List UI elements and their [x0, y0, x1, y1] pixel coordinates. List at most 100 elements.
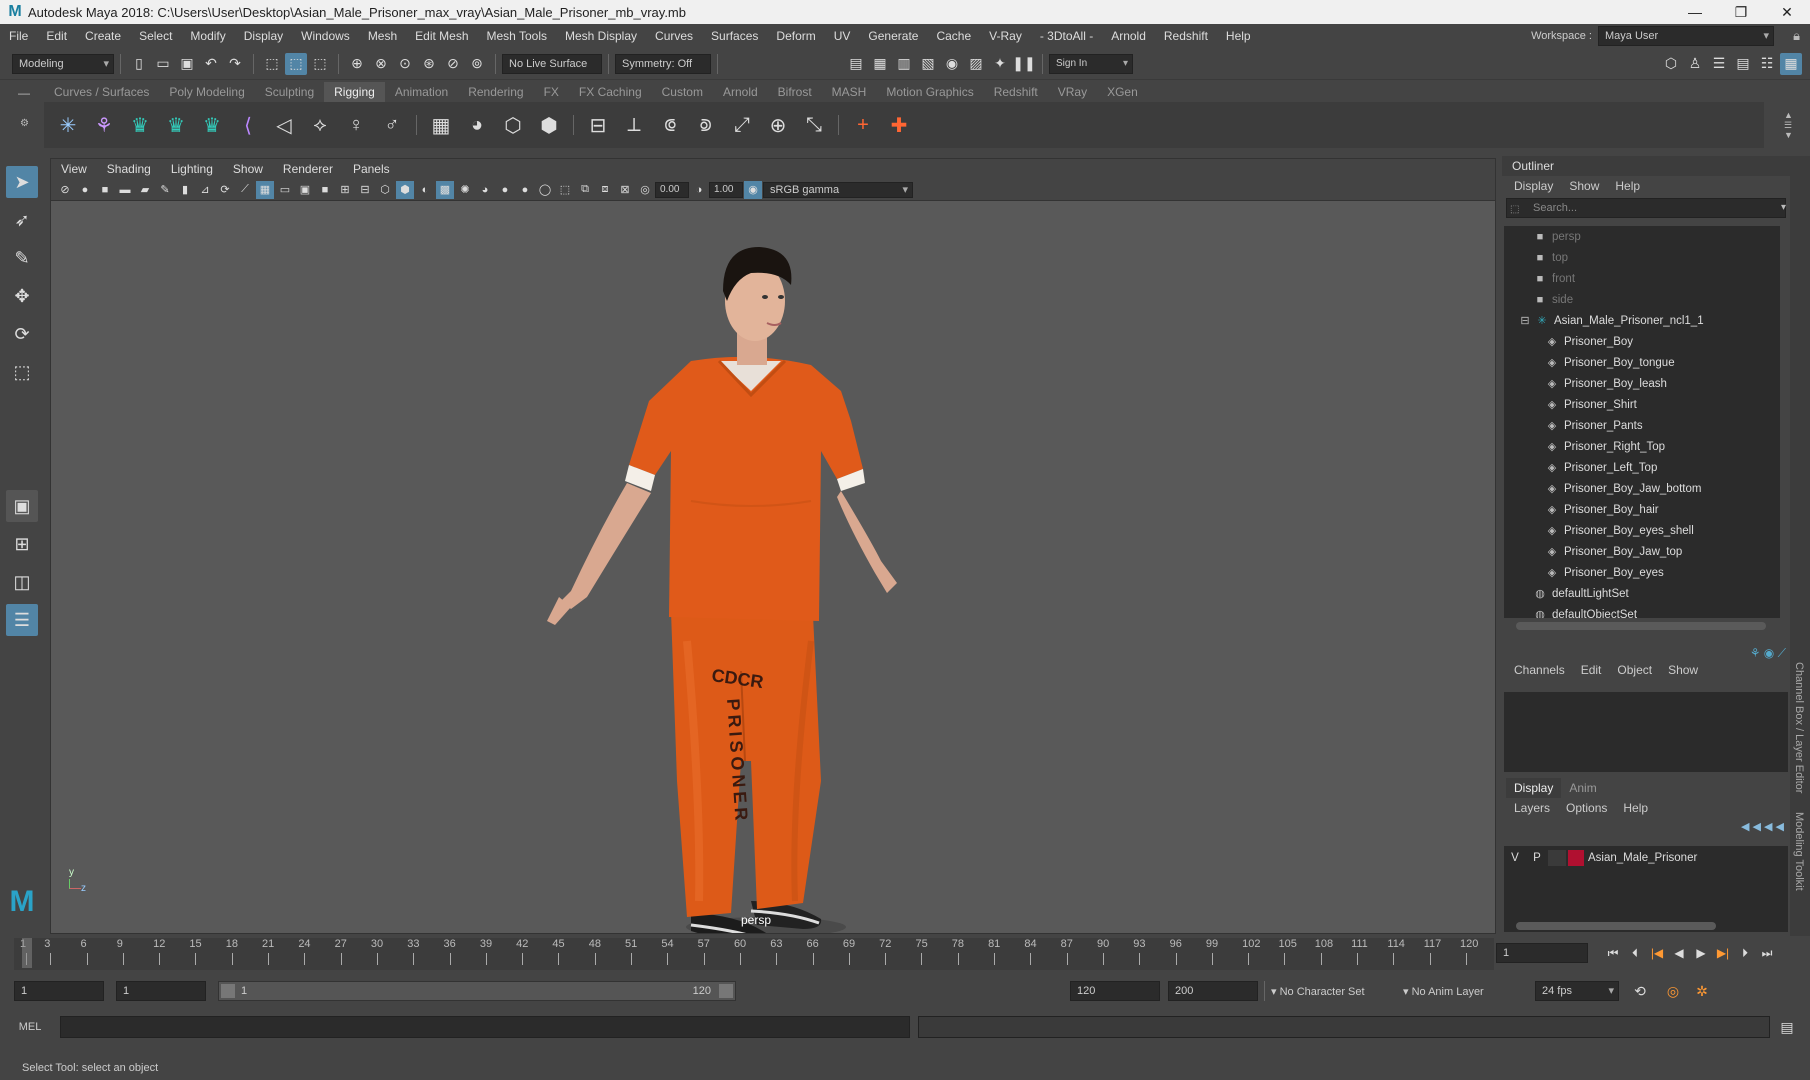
outliner-item[interactable]: ◈ Prisoner_Boy_hair [1504, 499, 1780, 520]
select-camera-icon[interactable]: ⊘ [56, 181, 74, 199]
safe-action-icon[interactable]: ▭ [276, 181, 294, 199]
viewport-panel[interactable]: View Shading Lighting Show Renderer Pane… [50, 158, 1496, 934]
open-scene-icon[interactable]: ▭ [152, 53, 174, 75]
snap-view-icon[interactable]: ⊘ [442, 53, 464, 75]
shelf-tab-vray[interactable]: VRay [1048, 82, 1097, 102]
resolution-gate-icon[interactable]: ⊿ [196, 181, 214, 199]
lock-icon[interactable]: 🔒︎ [1793, 28, 1800, 44]
camera-attributes-icon[interactable]: ● [76, 181, 94, 199]
menu-vray[interactable]: V-Ray [980, 29, 1031, 43]
four-view-layout-icon[interactable]: ⊞ [6, 528, 38, 560]
render-view-icon[interactable]: ▤ [845, 53, 867, 75]
menu-edit[interactable]: Edit [37, 29, 76, 43]
paint-select-tool-icon[interactable]: ✎ [6, 242, 38, 274]
fps-dropdown[interactable]: 24 fps [1535, 981, 1619, 1001]
layer-tab-display[interactable]: Display [1506, 778, 1562, 798]
outliner-menu-help[interactable]: Help [1607, 176, 1648, 196]
snap-point-icon[interactable]: ⊙ [394, 53, 416, 75]
channel-menu-edit[interactable]: Edit [1573, 660, 1610, 680]
outliner-camera-side[interactable]: ■ side [1504, 289, 1780, 310]
select-tool-icon[interactable]: ➤ [6, 166, 38, 198]
pole-vector-icon[interactable]: ⤡ [799, 110, 829, 140]
symmetry-dropdown[interactable]: Symmetry: Off [615, 53, 711, 74]
use-all-lights-icon[interactable]: ▩ [436, 180, 454, 199]
undo-icon[interactable]: ↶ [200, 53, 222, 75]
snap-surface-icon[interactable]: ⊚ [466, 53, 488, 75]
shelf-tab-arnold[interactable]: Arnold [713, 82, 768, 102]
locator-alt-icon[interactable]: ✚ [884, 110, 914, 140]
blend-shape-icon[interactable]: ⬢ [534, 110, 564, 140]
pause-icon[interactable]: ❚❚ [1012, 53, 1035, 75]
live-surface-field[interactable]: No Live Surface [502, 53, 602, 74]
end-time-field[interactable]: 200 [1168, 981, 1258, 1001]
point-constraint-icon[interactable]: ⟃ [655, 110, 685, 140]
gate-mask-icon[interactable]: ⟳ [216, 181, 234, 199]
play-backward-icon[interactable]: ◀ [1668, 946, 1690, 960]
outliner-menu-show[interactable]: Show [1561, 176, 1607, 196]
grease-pencil-icon[interactable]: ✎ [156, 181, 174, 199]
shelf-tab-xgen[interactable]: XGen [1097, 82, 1148, 102]
menu-edit-mesh[interactable]: Edit Mesh [406, 29, 477, 43]
minimize-button[interactable]: — [1672, 0, 1718, 24]
menu-create[interactable]: Create [76, 29, 130, 43]
maximize-button[interactable]: ❐ [1718, 0, 1764, 24]
color-space-dropdown[interactable]: sRGB gamma [763, 181, 913, 198]
ipr-render-icon[interactable]: ▥ [893, 53, 915, 75]
layer-type-toggle[interactable] [1548, 850, 1566, 866]
menu-curves[interactable]: Curves [646, 29, 702, 43]
viewport-menu-renderer[interactable]: Renderer [273, 162, 343, 176]
new-scene-icon[interactable]: ▯ [128, 53, 150, 75]
menu-surfaces[interactable]: Surfaces [702, 29, 767, 43]
motion-blur-icon[interactable]: ● [496, 181, 514, 199]
mirror-joint-icon[interactable]: ◁ [269, 110, 299, 140]
isolate-select-icon[interactable]: ⬚ [556, 181, 574, 199]
orient-constraint-icon[interactable]: ⟄ [691, 110, 721, 140]
outliner-menu-display[interactable]: Display [1506, 176, 1561, 196]
character-set-dropdown[interactable]: ▾ No Character Set [1271, 985, 1403, 998]
smooth-shade-icon[interactable]: ⬢ [396, 180, 414, 199]
script-editor-icon[interactable]: ▤ [1776, 1016, 1798, 1038]
outliner-item[interactable]: ◈ Prisoner_Boy_tongue [1504, 352, 1780, 373]
lasso-tool-icon[interactable]: ➶ [6, 204, 38, 236]
scale-tool-icon[interactable]: ⬚ [6, 356, 38, 388]
color-management-icon[interactable]: ◉ [744, 180, 762, 199]
image-plane-icon[interactable]: ▬ [116, 181, 134, 199]
viewport-canvas[interactable]: CDCR PRISONER persp y z [51, 201, 1495, 933]
outliner-camera-front[interactable]: ■ front [1504, 268, 1780, 289]
xray-joints-icon[interactable]: ⊠ [616, 181, 634, 199]
viewport-menu-lighting[interactable]: Lighting [161, 162, 223, 176]
ambient-occlusion-icon[interactable]: ◕ [476, 181, 494, 199]
wireframe-icon[interactable]: ⊞ [336, 181, 354, 199]
two-d-pan-icon[interactable]: ▰ [136, 181, 154, 199]
go-to-start-icon[interactable]: ⏮ [1602, 946, 1624, 961]
character-icon[interactable]: ♀ [341, 110, 371, 140]
menu-mesh-tools[interactable]: Mesh Tools [478, 29, 556, 43]
go-to-end-icon[interactable]: ⏭ [1756, 946, 1778, 961]
playback-start-field[interactable]: 1 [116, 981, 206, 1001]
two-pane-layout-icon[interactable]: ◫ [6, 566, 38, 598]
auto-key-icon[interactable]: ◎ [1662, 980, 1684, 1002]
step-forward-key-icon[interactable]: ⏵ [1734, 946, 1756, 961]
outliner-item[interactable]: ◈ Prisoner_Pants [1504, 415, 1780, 436]
outliner-item[interactable]: ◈ Prisoner_Left_Top [1504, 457, 1780, 478]
menu-generate[interactable]: Generate [859, 29, 927, 43]
xray-icon[interactable]: ⧉ [576, 181, 594, 199]
step-back-key-icon[interactable]: ⏴ [1624, 946, 1646, 961]
collapse-icon[interactable]: ⊟ [1520, 314, 1530, 327]
layer-playback-toggle[interactable]: P [1526, 852, 1548, 864]
shadows-icon[interactable]: ✺ [456, 181, 474, 199]
outliner-camera-top[interactable]: ■ top [1504, 247, 1780, 268]
modeling-toolkit-icon[interactable]: ⬡ [1660, 53, 1682, 75]
shelf-tab-motion-graphics[interactable]: Motion Graphics [876, 82, 983, 102]
playback-end-field[interactable]: 120 [1070, 981, 1160, 1001]
layer-menu-layers[interactable]: Layers [1506, 798, 1558, 818]
layer-actions-icons[interactable]: ◀ ◀ ◀ ◀ [1741, 820, 1784, 833]
shaded-icon[interactable]: ■ [316, 181, 334, 199]
single-perspective-layout-icon[interactable]: ▣ [6, 490, 38, 522]
render-current-icon[interactable]: ▦ [869, 53, 891, 75]
human-ik-shelf-icon[interactable]: ♛ [161, 110, 191, 140]
mode-dropdown[interactable]: Modeling [12, 53, 114, 74]
tab-channel-box-layer-editor[interactable]: Channel Box / Layer Editor [1793, 656, 1805, 799]
outliner-camera-persp[interactable]: ■ persp [1504, 226, 1780, 247]
shelf-tab-fx-caching[interactable]: FX Caching [569, 82, 652, 102]
